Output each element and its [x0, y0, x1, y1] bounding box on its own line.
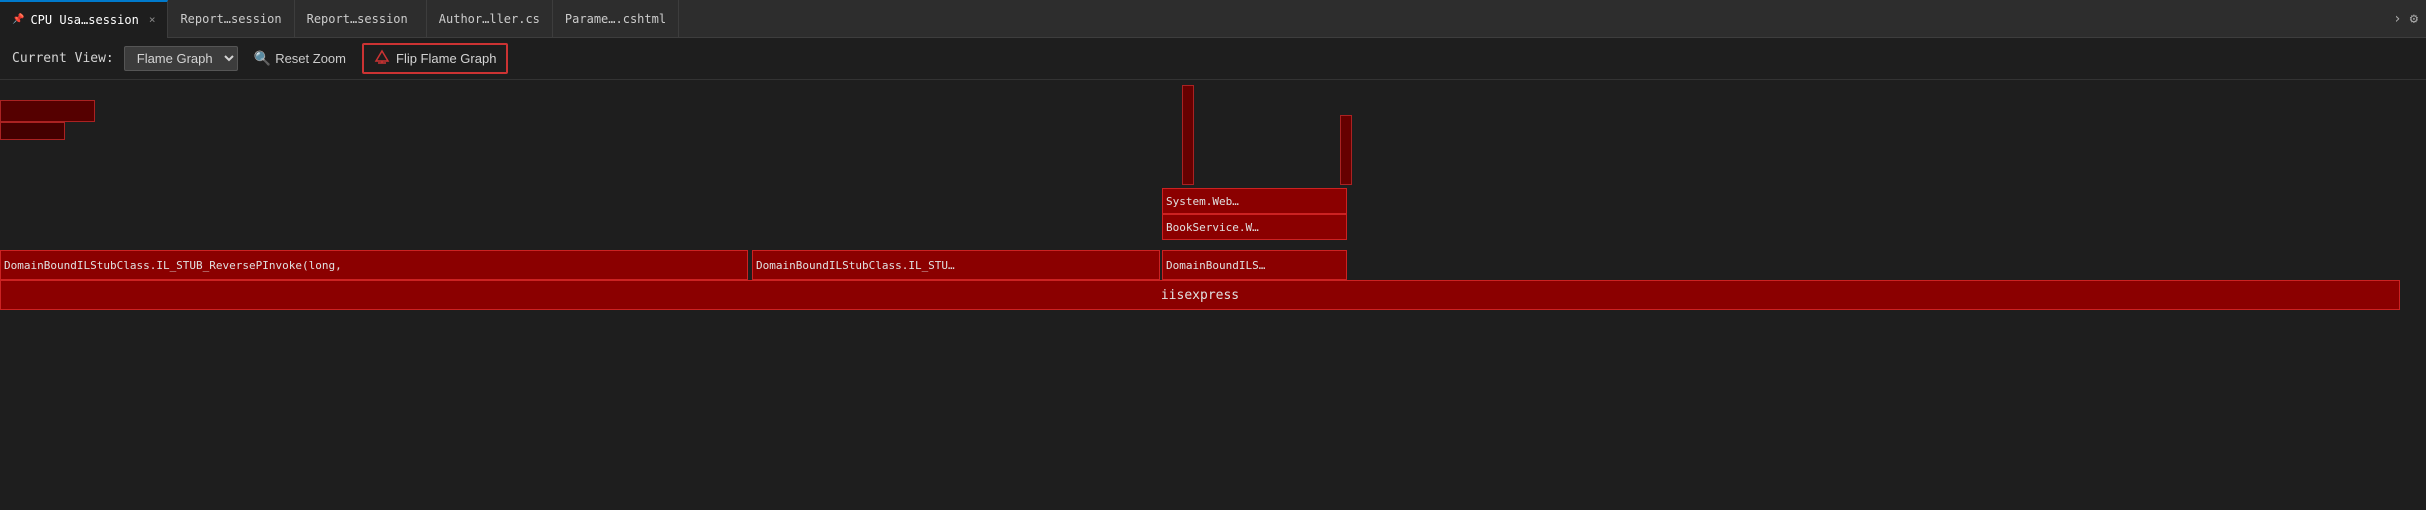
- flame-block-topleft-2[interactable]: [0, 122, 65, 140]
- tab-label: Author…ller.cs: [439, 12, 540, 26]
- tab-author-controller[interactable]: Author…ller.cs: [427, 0, 553, 38]
- tab-params-cshtml[interactable]: Parame….cshtml: [553, 0, 679, 38]
- flame-label-domain-1: DomainBoundILStubClass.IL_STUB_ReversePI…: [4, 259, 342, 272]
- toolbar: Current View: Flame Graph 🔍 Reset Zoom F…: [0, 38, 2426, 80]
- search-magnifier-icon: 🔍: [254, 50, 271, 67]
- tab-label: CPU Usa…session: [30, 13, 138, 27]
- flame-label-system-web: System.Web…: [1166, 195, 1239, 208]
- flip-flame-graph-label: Flip Flame Graph: [396, 51, 496, 66]
- flame-label-domain-3: DomainBoundILS…: [1166, 259, 1265, 272]
- tab-bar: 📌 CPU Usa…session × Report…session Repor…: [0, 0, 2426, 38]
- flame-label-bookservice: BookService.W…: [1166, 221, 1259, 234]
- current-view-label: Current View:: [12, 51, 114, 66]
- tab-label: Parame….cshtml: [565, 12, 666, 26]
- tab-label: Report…session: [307, 12, 408, 26]
- tab-close-button[interactable]: ×: [149, 13, 156, 26]
- tab-pin-icon: 📌: [12, 14, 24, 25]
- flip-flame-graph-button[interactable]: Flip Flame Graph: [362, 43, 508, 74]
- flame-label-domain-2: DomainBoundILStubClass.IL_STU…: [756, 259, 955, 272]
- flamegraph-area[interactable]: System.Web… BookService.W… DomainBoundIL…: [0, 80, 2426, 510]
- tab-report-session-2[interactable]: Report…session: [295, 0, 427, 38]
- tab-cpu-session[interactable]: 📌 CPU Usa…session ×: [0, 0, 168, 38]
- tab-overflow-chevron[interactable]: ›: [2393, 11, 2401, 27]
- reset-zoom-button[interactable]: 🔍 Reset Zoom: [248, 46, 352, 71]
- flame-block-bookservice[interactable]: BookService.W…: [1162, 214, 1347, 240]
- tab-report-session-1[interactable]: Report…session: [168, 0, 294, 38]
- flame-block-domain-2[interactable]: DomainBoundILStubClass.IL_STU…: [752, 250, 1160, 280]
- flame-label-iisexpress: iisexpress: [1161, 288, 1239, 303]
- flame-block-topleft-1[interactable]: [0, 100, 95, 122]
- flip-icon: [374, 49, 390, 68]
- tab-bar-end: › ⚙: [2393, 11, 2426, 27]
- tab-label: Report…session: [180, 12, 281, 26]
- view-select-dropdown[interactable]: Flame Graph: [124, 46, 238, 71]
- flame-block-iisexpress[interactable]: iisexpress: [0, 280, 2400, 310]
- settings-icon[interactable]: ⚙: [2410, 11, 2418, 27]
- flame-block-domain-3[interactable]: DomainBoundILS…: [1162, 250, 1347, 280]
- reset-zoom-label: Reset Zoom: [275, 51, 346, 66]
- flame-block-thin-2[interactable]: [1340, 115, 1352, 185]
- flame-block-system-web[interactable]: System.Web…: [1162, 188, 1347, 214]
- flame-block-domain-1[interactable]: DomainBoundILStubClass.IL_STUB_ReversePI…: [0, 250, 748, 280]
- flame-block-thin-1[interactable]: [1182, 85, 1194, 185]
